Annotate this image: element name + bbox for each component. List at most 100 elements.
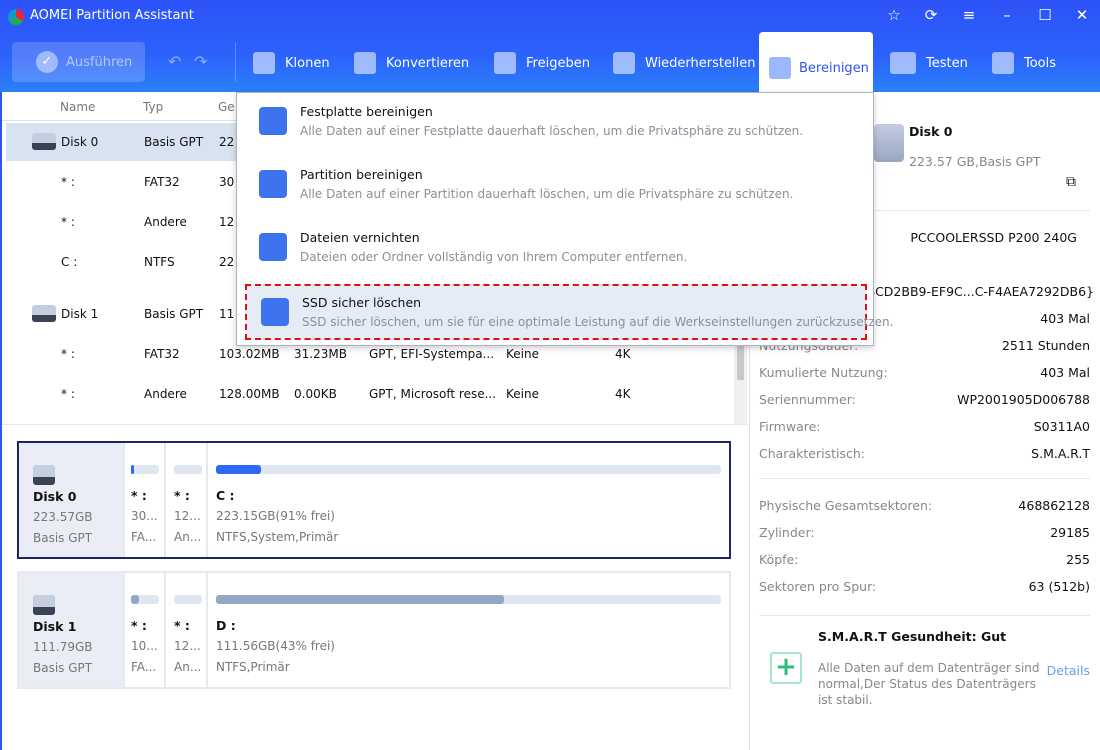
cell-c4: 31.23MB [294,347,347,361]
partition-size: 223.15GB(91% frei) [216,509,335,523]
partition-label[interactable]: * : [131,618,147,633]
app-logo [8,9,24,25]
cell-name: * : [61,215,75,229]
scrollbar-thumb[interactable] [737,340,744,380]
divider [164,443,166,557]
detail-key: Firmware: [759,419,821,434]
partition-size: 111.56GB(43% frei) [216,639,335,653]
detail-row: Seriennummer: WP2001905D006788 [759,392,1090,412]
disk-icon [32,133,56,150]
partition-usage-bar [216,595,721,604]
cell-c3: 30 [219,175,235,189]
detail-key: Kumulierte Nutzung: [759,365,888,380]
toolbar-label: Konvertieren [386,55,470,71]
detail-row: Köpfe: 255 [759,552,1090,572]
cell-c3: 12 [219,215,235,229]
cell-type: NTFS [144,255,175,269]
details-link[interactable]: Details [1047,663,1090,678]
disk-label[interactable]: Disk 0 223.57GB Basis GPT [19,443,123,557]
menu-item[interactable]: Dateien vernichten Dateien oder Ordner vo… [245,221,867,277]
menu-icon[interactable]: ≡ [957,6,981,24]
disk-type: Basis GPT [33,531,93,545]
cell-c5: GPT, Microsoft rese... [369,387,497,401]
menu-item-title: Partition bereinigen [300,167,423,182]
toolbar-bereinigen[interactable]: Bereinigen [759,32,873,92]
disk-wipe-icon [259,107,287,135]
apply-button[interactable]: ✓ Ausführen [12,42,145,82]
partition-label[interactable]: C : [216,488,235,503]
col-header-typ[interactable]: Typ [143,100,163,114]
close-icon[interactable]: ✕ [1070,6,1094,24]
ssd-eraser-icon [261,298,289,326]
cell-c3: 128.00MB [219,387,280,401]
detail-row: Charakteristisch: S.M.A.R.T [759,446,1090,466]
partition-label[interactable]: * : [131,488,147,503]
cell-type: Basis GPT [144,307,204,321]
health-plus-icon: + [770,652,802,684]
partition-usage-bar [131,465,159,474]
disk-name: Disk 1 [33,619,77,634]
title-toolbar: AOMEI Partition Assistant ☆ ⟳ ≡ – ☐ ✕ ✓ A… [0,0,1100,92]
toolbar-testen[interactable]: Testen [890,44,968,82]
clean-dropdown-menu: Festplatte bereinigen Alle Daten auf eine… [236,92,893,346]
table-row[interactable]: * : Andere 128.00MB 0.00KB GPT, Microsoft re… [6,375,734,413]
partition-fs: An... [174,660,202,674]
refresh-icon[interactable]: ⟳ [919,6,943,24]
maximize-icon[interactable]: ☐ [1033,6,1057,24]
divider [759,478,1090,479]
disk-size: 223.57GB [33,510,93,524]
menu-item[interactable]: Partition bereinigen Alle Daten auf einer… [245,158,867,214]
minimize-icon[interactable]: – [995,6,1019,24]
partition-size: 30... [131,509,158,523]
partition-label[interactable]: * : [174,488,190,503]
partition-fs: FA... [131,660,157,674]
toolbar-wiederherstellen[interactable]: Wiederherstellen [613,44,755,82]
star-icon[interactable]: ☆ [882,6,906,24]
cell-type: FAT32 [144,175,180,189]
detail-value: 29185 [1050,525,1090,540]
toolbar-label: Testen [926,55,968,71]
toolbar-tools[interactable]: Tools [992,44,1056,82]
partition-fs: NTFS,System,Primär [216,530,339,544]
redo-icon[interactable]: ↷ [194,52,207,71]
toolbar-freigeben[interactable]: Freigeben [494,44,590,82]
col-header-name[interactable]: Name [60,100,95,114]
toolbar-konvertieren[interactable]: Konvertieren [354,44,469,82]
menu-item[interactable]: Festplatte bereinigen Alle Daten auf eine… [245,95,867,151]
app-title: AOMEI Partition Assistant [30,8,194,23]
partition-usage-bar [131,595,159,604]
detail-value: 403 Mal [1040,311,1090,326]
disk-name: Disk 0 [33,489,77,504]
disk-label[interactable]: Disk 1 111.79GB Basis GPT [19,573,123,687]
cell-type: Andere [144,215,187,229]
menu-item-desc: Alle Daten auf einer Festplatte dauerhaf… [300,124,804,138]
splitter[interactable] [2,424,748,425]
detail-value: WP2001905D006788 [957,392,1090,407]
partition-label[interactable]: * : [174,618,190,633]
toolbar-label: Tools [1024,55,1057,71]
toolbar-divider [235,42,236,82]
detail-disk-name: Disk 0 [909,124,953,139]
partition-label[interactable]: D : [216,618,236,633]
toolbar-klonen[interactable]: Klonen [253,44,330,82]
restore-icon [613,52,635,74]
cell-type: FAT32 [144,347,180,361]
detail-value: S0311A0 [1033,419,1090,434]
detail-key: Seriennummer: [759,392,856,407]
col-header-size[interactable]: Ge [218,100,235,114]
menu-item[interactable]: SSD sicher löschen SSD sicher löschen, um… [245,284,893,340]
detail-row: Kumulierte Nutzung: 403 Mal [759,365,1090,385]
convert-icon [354,52,376,74]
cell-c7: 4K [615,347,631,361]
usage-fill [216,595,504,604]
undo-icon[interactable]: ↶ [168,52,181,71]
detail-value: 2511 Stunden [1001,338,1090,353]
toolbar-label: Klonen [285,55,330,71]
scrollbar[interactable] [734,340,747,424]
copy-icon[interactable]: ⧉ [1066,174,1076,190]
cell-name: * : [61,347,75,361]
disk-card[interactable]: Disk 1 111.79GB Basis GPT * : 10... FA... * : 1… [17,571,731,689]
disk-card[interactable]: Disk 0 223.57GB Basis GPT * : 30... FA... * : 1… [17,441,731,559]
pulse-icon [890,52,916,74]
detail-key: Physische Gesamtsektoren: [759,498,933,513]
